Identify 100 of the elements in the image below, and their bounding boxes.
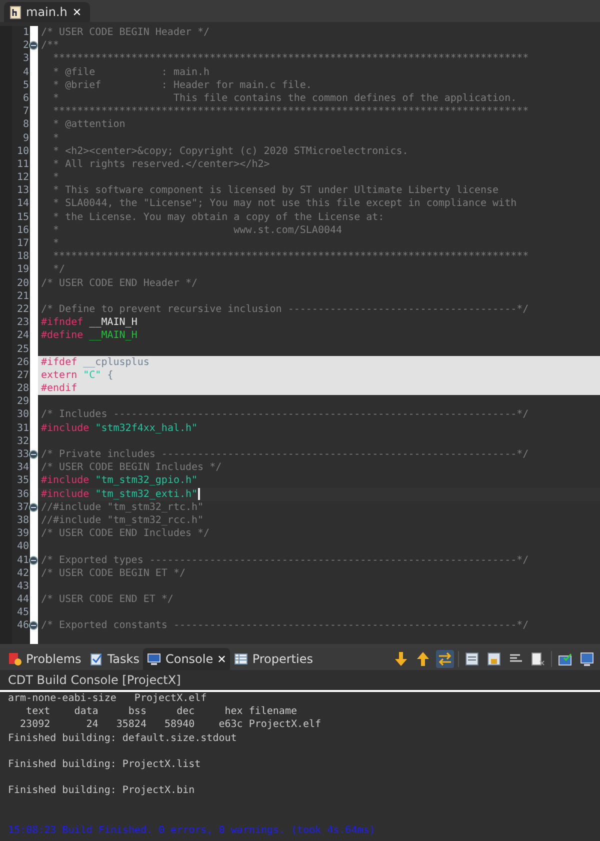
panel-tab[interactable]: Properties [230, 648, 317, 670]
pin-window-icon [558, 652, 572, 666]
editor-tab[interactable]: main.h ✕ [4, 2, 90, 22]
line-number: 23 [16, 316, 30, 330]
line-number: 30 [16, 408, 30, 422]
document-icon [465, 652, 479, 666]
header-file-icon [10, 6, 21, 18]
code-line: /* USER CODE BEGIN Header */ [40, 26, 211, 40]
code-line: /* USER CODE BEGIN ET */ [40, 566, 186, 580]
code-line: /* Includes -------------------------------------------------------------------*/ [40, 408, 530, 422]
fold-icon[interactable] [29, 621, 38, 630]
line-number: 39 [16, 527, 30, 540]
tab-label: Problems [26, 652, 82, 666]
console-line: text data bss dec hex filename [25, 705, 298, 718]
code-line: * This software component is licensed by ST under Ultimate Liberty license [52, 184, 500, 198]
line-number: 14 [16, 197, 30, 211]
code-line: /* Define to prevent recursive inclusion --------------------------------------*/ [40, 302, 530, 316]
code-line: /* USER CODE END Header */ [40, 276, 199, 290]
code-line: #ifndef __MAIN_H [40, 316, 138, 330]
toolbar-button[interactable] [392, 650, 410, 668]
tab-label: main.h [26, 5, 68, 19]
code-line: /** [38, 39, 600, 52]
code-line: #include "stm32f4xx_hal.h" [40, 422, 199, 435]
line-number: 11 [16, 158, 30, 172]
toolbar-button[interactable] [485, 650, 503, 668]
line-number: 32 [16, 434, 30, 448]
code-line: /* USER CODE END ET */ [40, 593, 174, 606]
tab-label: Properties [252, 652, 313, 666]
line-number: 29 [16, 395, 30, 408]
panel-tab[interactable]: Problems [4, 648, 86, 670]
code-line: #include "tm_stm32_gpio.h" [40, 474, 199, 488]
line-number: 34 [16, 461, 30, 474]
close-icon[interactable]: ✕ [72, 6, 82, 18]
console-line: 23092 24 35824 58940 e63c ProjectX.elf [19, 718, 322, 732]
code-line: * This file contains the common defines of the application. [52, 92, 518, 106]
code-line: /* USER CODE BEGIN Includes */ [40, 461, 223, 474]
code-line: * [52, 171, 60, 184]
tab-label: Console [165, 652, 214, 666]
line-number: 46 [16, 619, 30, 633]
monitor-icon [580, 652, 594, 666]
line-number: 42 [16, 566, 30, 580]
code-line: /* Exported constants ---------------------------------------------------------*/ [38, 619, 600, 633]
line-number: 5 [22, 78, 30, 92]
line-number: 37 [16, 500, 30, 514]
line-number: 31 [16, 422, 30, 435]
line-number: 4 [22, 66, 30, 79]
line-number: 27 [16, 368, 30, 382]
fold-icon[interactable] [29, 41, 38, 50]
line-number: 36 [16, 488, 30, 501]
text-cursor [198, 488, 200, 500]
line-number: 22 [16, 302, 30, 316]
fold-icon[interactable] [29, 450, 38, 459]
code-line: //#include "tm_stm32_rcc.h" [40, 514, 205, 528]
line-number: 40 [16, 540, 30, 554]
table-icon [234, 652, 248, 666]
line-number: 43 [16, 580, 30, 594]
console-line: arm-none-eabi-size ProjectX.elf [8, 692, 208, 706]
panel-tab[interactable]: Console ✕ [143, 648, 230, 670]
swap-arrows-icon [438, 652, 452, 666]
line-number: 7 [22, 105, 30, 118]
clipboard-icon [89, 652, 104, 666]
console-line: Finished building: ProjectX.bin [8, 784, 196, 798]
line-number: 35 [16, 474, 30, 488]
toolbar-button[interactable] [414, 650, 432, 668]
toolbar-button[interactable] [463, 650, 481, 668]
code-line: #define __MAIN_H [40, 329, 138, 342]
toolbar-button[interactable] [529, 650, 547, 668]
line-number: 2 [22, 39, 30, 52]
toolbar-button[interactable] [436, 650, 454, 668]
line-number: 6 [22, 92, 30, 106]
line-number: 9 [22, 132, 30, 145]
line-number: 38 [16, 514, 30, 528]
toolbar-button[interactable] [578, 650, 596, 668]
line-number: 25 [16, 342, 30, 356]
line-number: 1 [22, 26, 30, 40]
code-line: * All rights reserved.</center></h2> [52, 158, 271, 172]
line-number: 28 [16, 382, 30, 396]
line-number: 16 [16, 224, 30, 237]
monitor-icon [147, 652, 162, 666]
close-icon[interactable]: ✕ [217, 652, 226, 666]
line-number: 15 [16, 210, 30, 224]
code-line: * [52, 237, 60, 250]
down-arrow-icon [395, 652, 407, 666]
code-line: * www.st.com/SLA0044 [52, 224, 344, 237]
code-line: * @brief : Header for main.c file. [52, 78, 313, 92]
code-line: * SLA0044, the "License"; You may not use this file except in compliance with [52, 197, 518, 211]
line-number: 41 [16, 554, 30, 567]
line-number: 44 [16, 593, 30, 606]
line-number: 33 [16, 448, 30, 462]
panel-tab[interactable]: Tasks [85, 648, 144, 670]
console-line: Finished building: ProjectX.list [8, 758, 202, 772]
line-number: 10 [16, 144, 30, 158]
line-number: 20 [16, 276, 30, 290]
code-line: /* Private includes -----------------------------------------------------------*/ [38, 448, 600, 462]
line-number: 21 [16, 290, 30, 303]
code-line: ******************************************************************************* [52, 250, 530, 264]
code-line: /* USER CODE END Includes */ [40, 527, 211, 540]
code-line: * the License. You may obtain a copy of the License at: [52, 210, 386, 224]
line-number: 24 [16, 329, 30, 342]
line-number: 18 [16, 250, 30, 264]
